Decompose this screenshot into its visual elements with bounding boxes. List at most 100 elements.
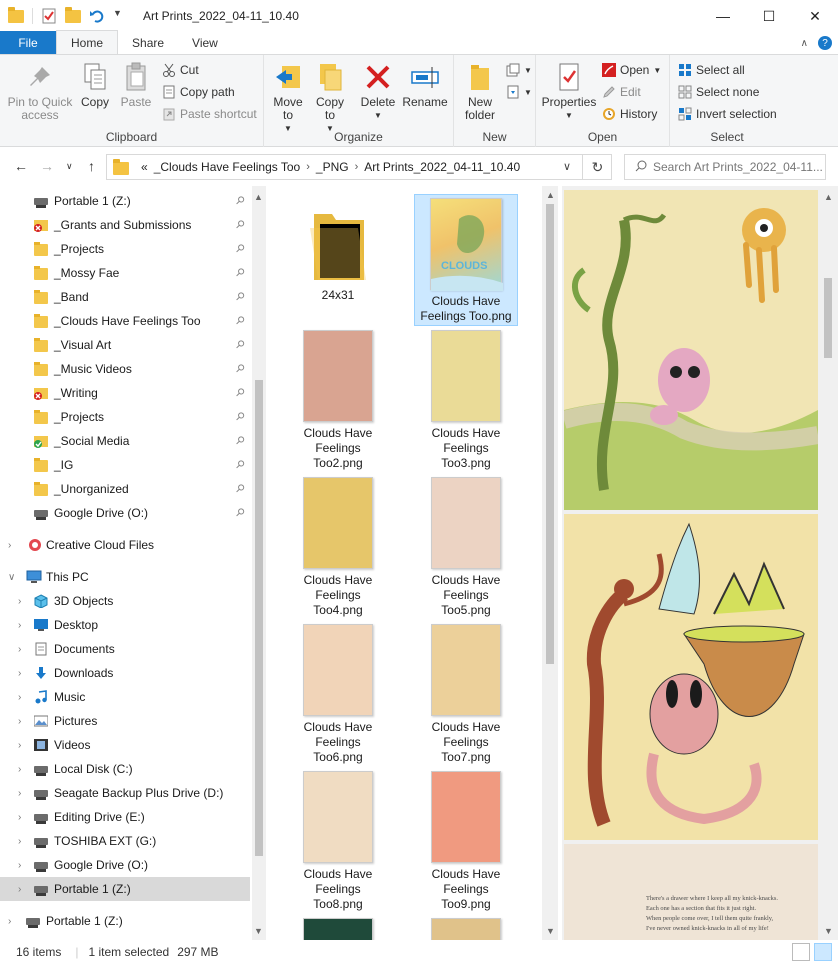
sidebar-item-quick-access[interactable]: _Writing ⚲	[0, 381, 250, 405]
pin-icon[interactable]: ⚲	[233, 193, 248, 208]
sidebar-item-quick-access[interactable]: _Unorganized ⚲	[0, 477, 250, 501]
chevron-right-icon[interactable]: ›	[18, 860, 21, 871]
sidebar-item-portable-root[interactable]: › Portable 1 (Z:)	[0, 909, 250, 933]
sidebar-item-quick-access[interactable]: _Projects ⚲	[0, 405, 250, 429]
scroll-up-icon[interactable]: ▲	[254, 192, 263, 202]
delete-button[interactable]: Delete ▼	[360, 61, 396, 122]
sidebar-item-quick-access[interactable]: _Grants and Submissions ⚲	[0, 213, 250, 237]
chevron-right-icon[interactable]: ›	[18, 764, 21, 775]
sidebar-item-pc[interactable]: › TOSHIBA EXT (G:)	[0, 829, 250, 853]
file-item[interactable]: CLOUDS Clouds Have Feelings Too.png	[414, 194, 518, 326]
sidebar-item-quick-access[interactable]: _Projects ⚲	[0, 237, 250, 261]
new-item-button[interactable]: ▼	[506, 61, 532, 79]
chevron-right-icon[interactable]: ›	[8, 916, 11, 927]
breadcrumb-item[interactable]: _Clouds Have Feelings Too	[154, 160, 301, 174]
address-dropdown-icon[interactable]: ∨	[563, 160, 571, 173]
file-item[interactable]: Clouds Have Feelings Too5.png	[414, 477, 518, 617]
chevron-right-icon[interactable]: ›	[18, 740, 21, 751]
sidebar-item-pc[interactable]: › Music	[0, 685, 250, 709]
pin-icon[interactable]: ⚲	[233, 457, 248, 472]
chevron-right-icon[interactable]: ›	[18, 884, 21, 895]
chevron-right-icon[interactable]: ›	[18, 836, 21, 847]
sidebar-item-quick-access[interactable]: Portable 1 (Z:) ⚲	[0, 189, 250, 213]
sidebar-item-pc[interactable]: › Google Drive (O:)	[0, 853, 250, 877]
folder-item[interactable]: 24x31	[286, 196, 390, 308]
file-item[interactable]: Clouds Have Feelings Too7.png	[414, 624, 518, 764]
sidebar-item-creative-cloud[interactable]: › Creative Cloud Files	[0, 533, 250, 557]
properties-check-icon[interactable]	[41, 8, 57, 24]
copy-path-button[interactable]: Copy path	[162, 83, 235, 101]
pin-icon[interactable]: ⚲	[233, 217, 248, 232]
sidebar-item-quick-access[interactable]: _Band ⚲	[0, 285, 250, 309]
chevron-right-icon[interactable]: ›	[18, 716, 21, 727]
pin-icon[interactable]: ⚲	[233, 505, 248, 520]
open-button[interactable]: Open ▼	[602, 61, 661, 79]
scrollbar-thumb[interactable]	[824, 278, 832, 358]
move-to-button[interactable]: Move to ▼	[270, 61, 306, 135]
sidebar-item-pc[interactable]: › Videos	[0, 733, 250, 757]
nav-scrollbar[interactable]: ▲ ▼	[252, 186, 266, 940]
help-icon[interactable]: ?	[818, 36, 832, 50]
tab-view[interactable]: View	[178, 31, 232, 54]
file-item[interactable]: Clouds Have Feelings Too3.png	[414, 330, 518, 470]
select-all-button[interactable]: Select all	[678, 61, 745, 79]
sidebar-item-pc[interactable]: › Documents	[0, 637, 250, 661]
breadcrumb-item[interactable]: _PNG	[316, 160, 349, 174]
chevron-right-icon[interactable]: ›	[8, 540, 11, 551]
search-input[interactable]	[653, 160, 823, 174]
tab-share[interactable]: Share	[118, 31, 178, 54]
sidebar-item-quick-access[interactable]: _IG ⚲	[0, 453, 250, 477]
sidebar-item-pc[interactable]: › Seagate Backup Plus Drive (D:)	[0, 781, 250, 805]
sidebar-item-pc[interactable]: › Downloads	[0, 661, 250, 685]
sidebar-item-quick-access[interactable]: _Social Media ⚲	[0, 429, 250, 453]
chevron-down-icon[interactable]: ∨	[8, 572, 15, 583]
sidebar-item-quick-access[interactable]: _Music Videos ⚲	[0, 357, 250, 381]
invert-selection-button[interactable]: Invert selection	[678, 105, 777, 123]
file-item[interactable]: Clouds Have Feelings Too2.png	[286, 330, 390, 470]
copy-to-button[interactable]: Copy to ▼	[312, 61, 348, 135]
undo-icon[interactable]	[89, 8, 105, 24]
forward-arrow-icon[interactable]: →	[40, 158, 54, 174]
pin-icon[interactable]: ⚲	[233, 313, 248, 328]
search-box[interactable]	[624, 154, 826, 180]
pin-icon[interactable]: ⚲	[233, 433, 248, 448]
pin-icon[interactable]: ⚲	[233, 361, 248, 376]
file-item[interactable]: Clouds Have Feelings Too9.png	[414, 771, 518, 911]
scrollbar-thumb[interactable]	[546, 204, 554, 664]
scrollbar-thumb[interactable]	[255, 380, 263, 856]
collapse-ribbon-icon[interactable]: ∧	[801, 38, 808, 49]
chevron-right-icon[interactable]: ›	[18, 692, 21, 703]
refresh-icon[interactable]: ↻	[582, 154, 612, 180]
scroll-down-icon[interactable]: ▼	[824, 926, 833, 936]
chevron-right-icon[interactable]: ›	[18, 596, 21, 607]
sidebar-item-quick-access[interactable]: Google Drive (O:) ⚲	[0, 501, 250, 525]
new-folder-button[interactable]: New folder	[460, 61, 500, 122]
minimize-button[interactable]: —	[700, 0, 746, 32]
maximize-button[interactable]: ☐	[746, 0, 792, 32]
sidebar-item-pc[interactable]: › Editing Drive (E:)	[0, 805, 250, 829]
sidebar-item-quick-access[interactable]: _Clouds Have Feelings Too ⚲	[0, 309, 250, 333]
file-item[interactable]: Clouds Have Feelings Too8.png	[286, 771, 390, 911]
pin-icon[interactable]: ⚲	[233, 337, 248, 352]
address-bar[interactable]: « _Clouds Have Feelings Too › _PNG › Art…	[106, 154, 612, 180]
select-none-button[interactable]: Select none	[678, 83, 759, 101]
recent-dropdown-icon[interactable]: ∨	[66, 161, 73, 172]
edit-button[interactable]: Edit	[602, 83, 641, 101]
cut-button[interactable]: Cut	[162, 61, 199, 79]
pin-icon[interactable]: ⚲	[233, 289, 248, 304]
chevron-right-icon[interactable]: ›	[18, 668, 21, 679]
rename-button[interactable]: Rename	[402, 61, 448, 109]
scroll-down-icon[interactable]: ▼	[254, 926, 263, 936]
customize-dropdown-icon[interactable]: ▼	[113, 8, 129, 24]
chevron-right-icon[interactable]: ›	[355, 161, 359, 173]
easy-access-button[interactable]: ▼	[506, 83, 532, 101]
pin-icon[interactable]: ⚲	[233, 265, 248, 280]
pin-icon[interactable]: ⚲	[233, 481, 248, 496]
pin-to-quick-access-button[interactable]: Pin to Quick access	[6, 61, 74, 122]
breadcrumb-item[interactable]: Art Prints_2022_04-11_10.40	[364, 160, 520, 174]
copy-button[interactable]: Copy	[78, 61, 112, 109]
scroll-down-icon[interactable]: ▼	[546, 926, 555, 936]
chevron-right-icon[interactable]: ›	[306, 161, 310, 173]
pin-icon[interactable]: ⚲	[233, 409, 248, 424]
sidebar-item-pc[interactable]: › 3D Objects	[0, 589, 250, 613]
